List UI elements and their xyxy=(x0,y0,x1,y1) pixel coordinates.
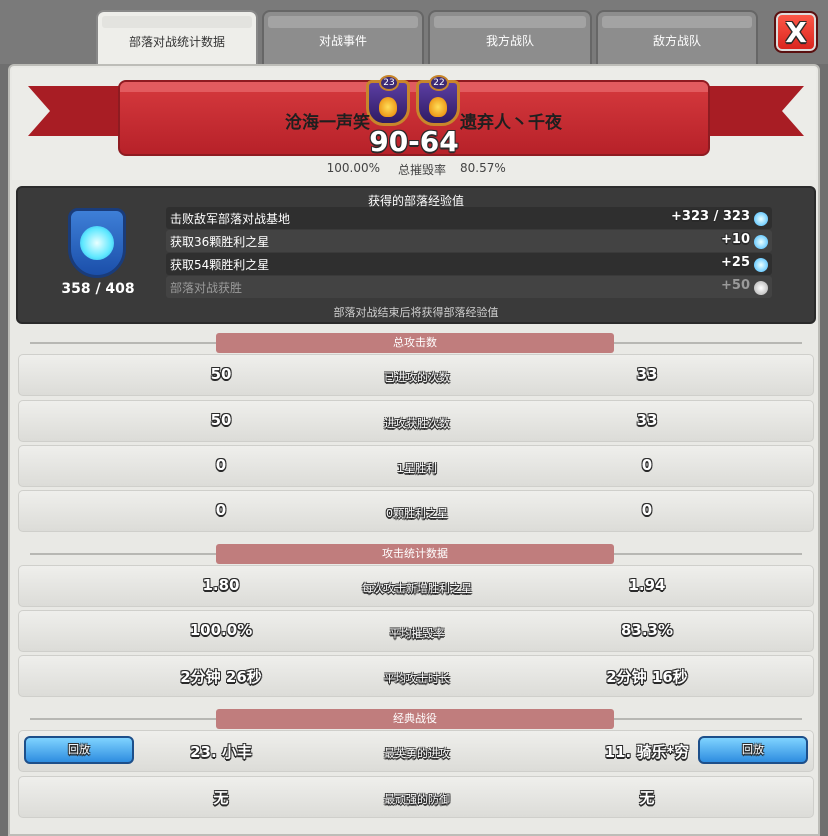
destruction-right: 80.57% xyxy=(460,161,506,175)
stat-row: 50 已进攻的次数 33 xyxy=(18,354,814,396)
destruction-label: 总摧毁率 xyxy=(397,163,446,177)
stat-row: 1.80 每次攻击新增胜利之星 1.94 xyxy=(18,565,814,607)
stat-row: 23. 小丰 最英勇的进攻 11. 骑乐*穷 xyxy=(18,730,814,772)
xp-row: 获取36颗胜利之星 +10 xyxy=(166,230,772,252)
ribbon-tail-left xyxy=(28,86,126,136)
xp-row: 击败敌军部落对战基地 +323 / 323 xyxy=(166,207,772,229)
tab-war-stats[interactable]: 部落对战统计数据 xyxy=(96,10,258,66)
stat-row: 0 0颗胜利之星 0 xyxy=(18,490,814,532)
xp-row: 部落对战获胜 +50 xyxy=(166,276,772,298)
tab-my-team[interactable]: 我方战队 xyxy=(428,10,592,64)
xp-star-icon xyxy=(80,226,114,260)
xp-total: 358 / 408 xyxy=(61,281,135,297)
tab-war-events[interactable]: 对战事件 xyxy=(262,10,424,64)
clan-xp-shield-icon xyxy=(68,208,126,278)
close-button[interactable]: X xyxy=(774,11,818,53)
close-icon: X xyxy=(785,15,807,49)
xp-gem-icon xyxy=(754,235,768,249)
clan-level-left: 23 xyxy=(379,75,399,91)
xp-gem-icon xyxy=(754,281,768,295)
stat-row: 无最顽强的防御无 xyxy=(18,776,814,818)
destruction-left: 100.00% xyxy=(326,161,380,175)
replay-button-right[interactable]: 回放 xyxy=(698,736,808,764)
clan-level-right: 22 xyxy=(429,75,449,91)
war-score: 90-64 xyxy=(369,125,459,158)
section-title: 经典战役 xyxy=(216,709,614,729)
xp-footer: 部落对战结束后将获得部落经验值 xyxy=(333,306,499,319)
replay-button-left[interactable]: 回放 xyxy=(24,736,134,764)
stat-row: 100.0% 平均摧毁率 83.3% xyxy=(18,610,814,652)
xp-row: 获取54颗胜利之星 +25 xyxy=(166,253,772,275)
tab-enemy-team[interactable]: 敌方战队 xyxy=(596,10,758,64)
clan-badge-left: 23 xyxy=(366,75,410,126)
section-title: 总攻击数 xyxy=(216,333,614,353)
stat-row: 2分钟 26秒 平均攻击时长 2分钟 16秒 xyxy=(18,655,814,697)
stat-row: 0 1星胜利 0 xyxy=(18,445,814,487)
clan-badge-right: 22 xyxy=(416,75,460,126)
xp-gem-icon xyxy=(754,258,768,272)
ribbon-tail-right xyxy=(706,86,804,136)
section-title: 攻击统计数据 xyxy=(216,544,614,564)
flame-icon xyxy=(429,97,447,117)
xp-gem-icon xyxy=(754,212,768,226)
stat-row: 50 进攻获胜次数 33 xyxy=(18,400,814,442)
clan-name-right: 遗弃人丶千夜 xyxy=(460,113,562,133)
flame-icon xyxy=(379,97,397,117)
